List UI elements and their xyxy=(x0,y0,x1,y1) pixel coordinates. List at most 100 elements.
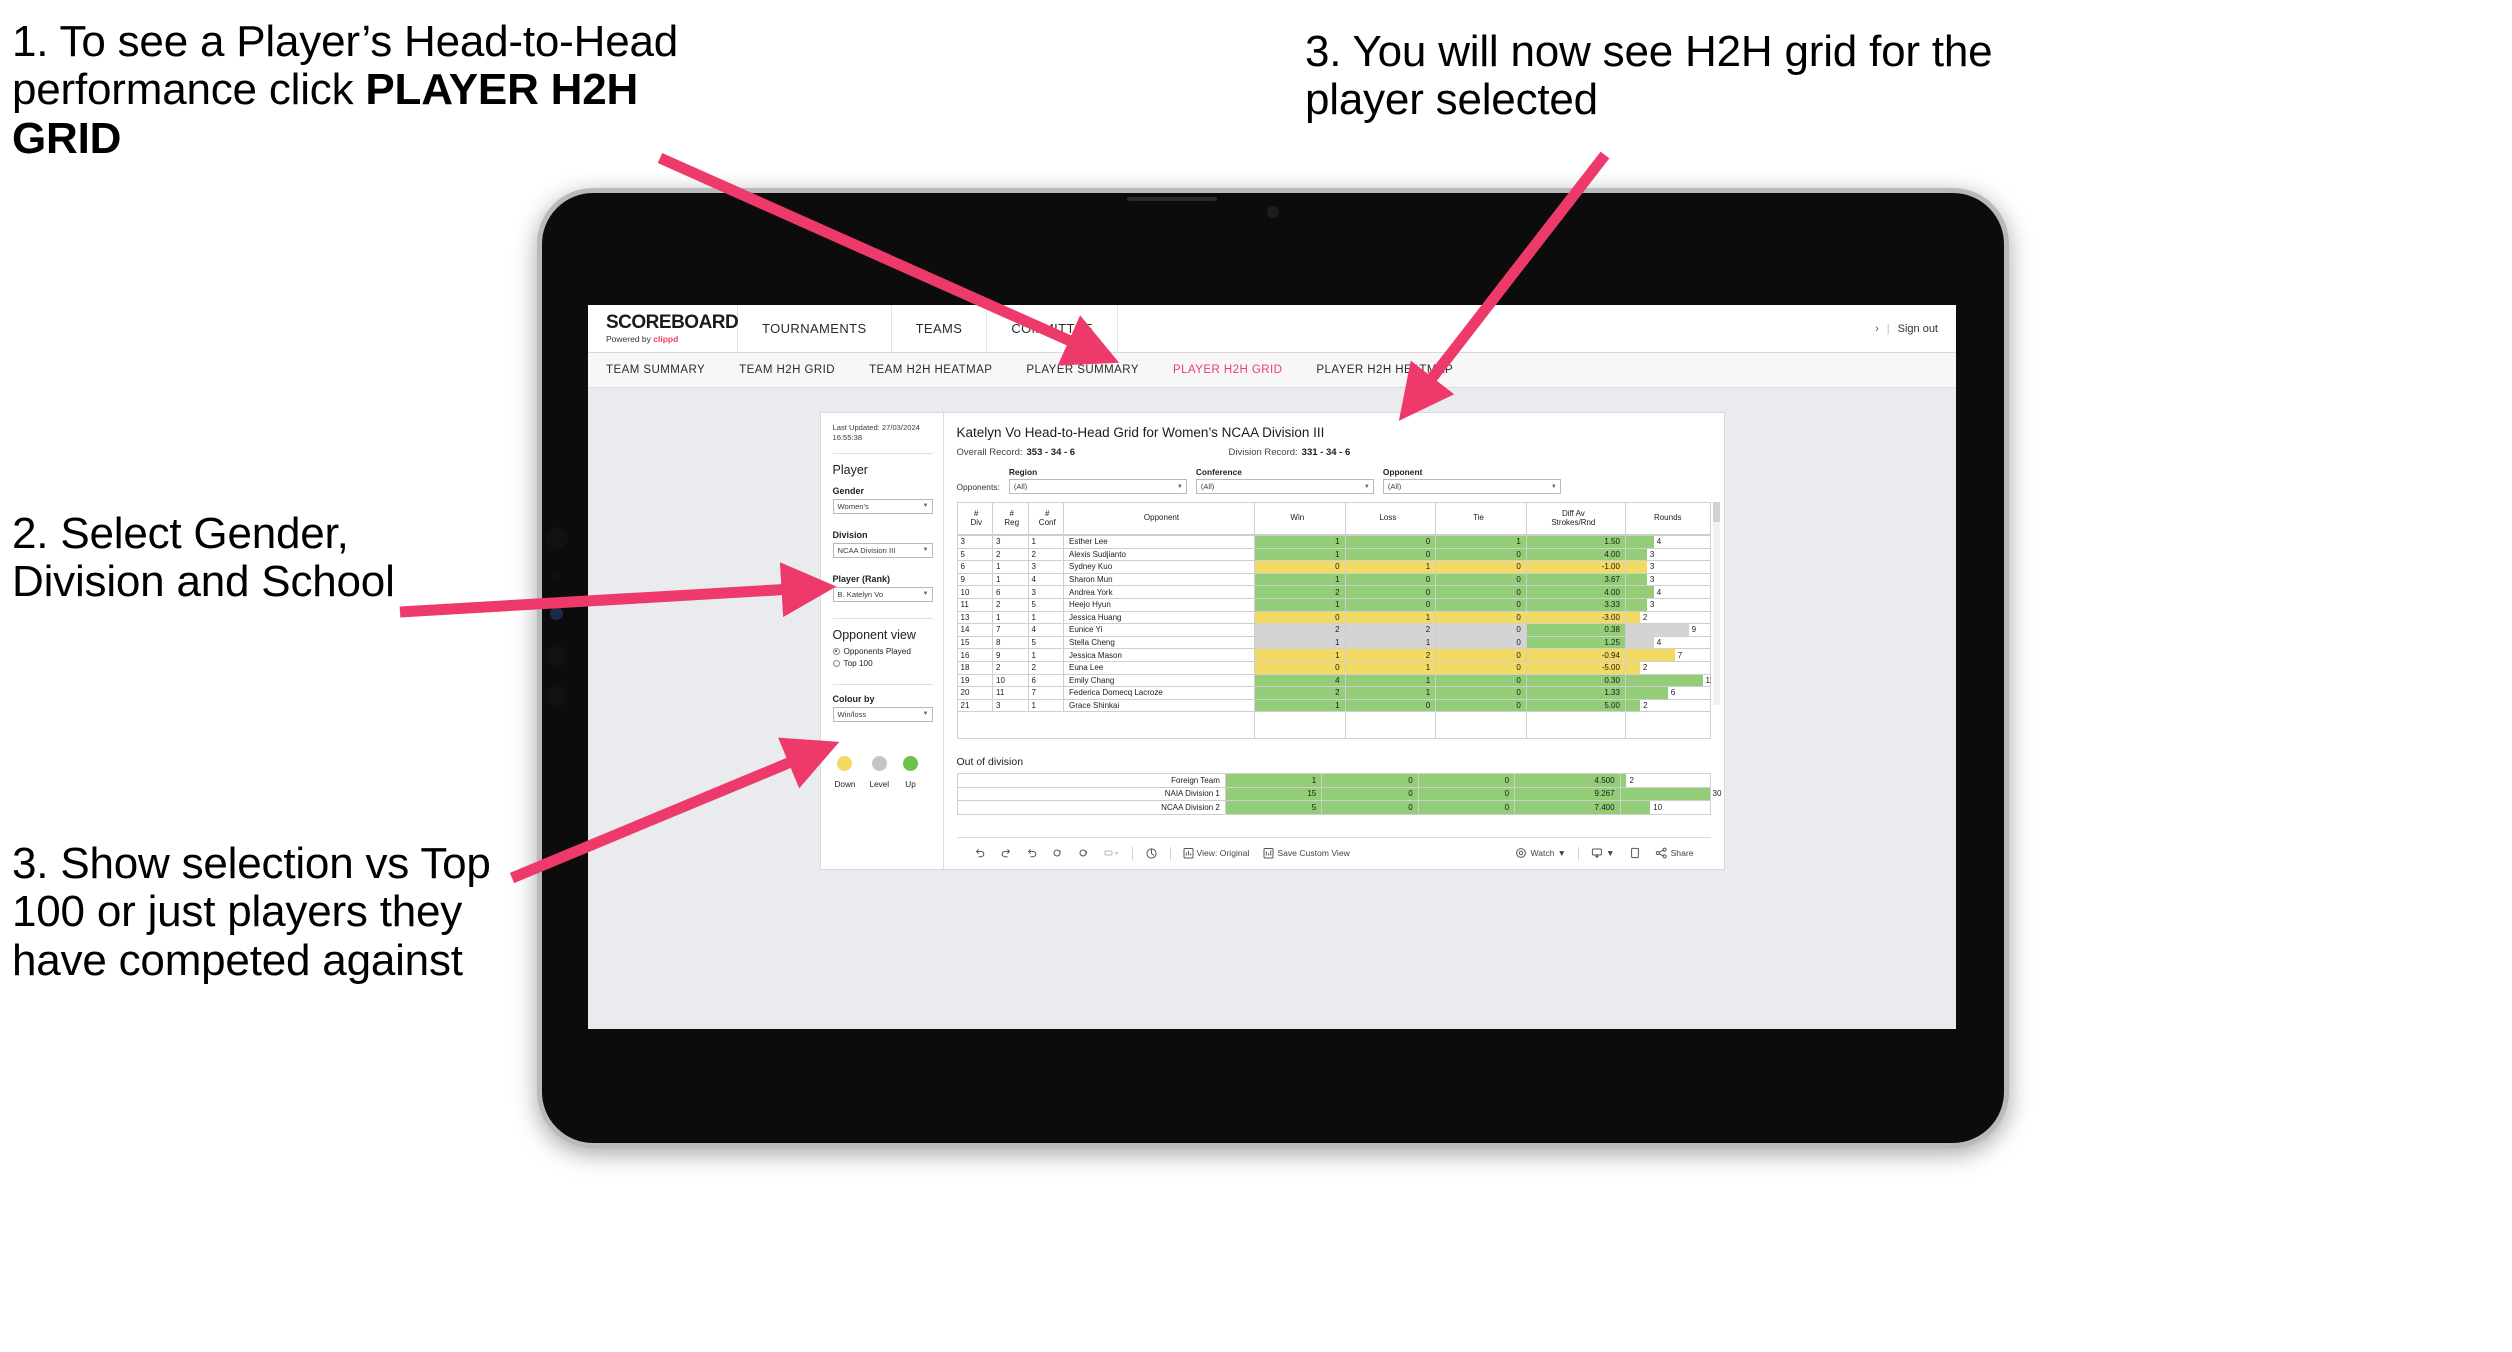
cell-tie: 0 xyxy=(1435,560,1527,574)
top-nav-tournaments[interactable]: TOURNAMENTS xyxy=(738,305,892,352)
h2h-table-scroll-region[interactable]: 3 3 1 Esther Lee 1 0 1 1.50 4 5 2 2 Alexis Sudjianto… xyxy=(956,535,1711,738)
cell-tie: 0 xyxy=(1435,673,1527,688)
subnav-player-h2h-grid[interactable]: PLAYER H2H GRID xyxy=(1173,364,1282,376)
cell-diff: -0.94 xyxy=(1525,648,1626,662)
table-row[interactable]: 18 2 2 Euna Lee 0 1 0 -5.00 2 xyxy=(956,660,1711,675)
chevron-right-icon[interactable]: › xyxy=(1875,323,1879,335)
out-of-division-table: Foreign Team 1 0 0 4.500 2 NAIA Division 1 15 0 0… xyxy=(956,773,1721,815)
undo-button[interactable] xyxy=(967,847,993,859)
filter-opponent-value: (All) xyxy=(1387,482,1402,491)
redo-button[interactable] xyxy=(993,847,1019,859)
subnav-player-summary[interactable]: PLAYER SUMMARY xyxy=(1026,364,1139,376)
chevron-down-icon: ▼ xyxy=(1557,848,1567,858)
cell-loss: 1 xyxy=(1344,660,1437,675)
table-row[interactable]: 5 2 2 Alexis Sudjianto 1 0 0 4.00 3 xyxy=(956,547,1711,562)
chevron-down-icon: ▼ xyxy=(1550,483,1557,490)
out-of-division-row[interactable]: NCAA Division 2 5 0 0 7.400 10 xyxy=(956,800,1711,815)
overall-record-value: 353 - 34 - 6 xyxy=(1026,447,1076,458)
cell-ood-diff: 4.500 xyxy=(1514,773,1621,788)
out-of-division-body: Foreign Team 1 0 0 4.500 2 NAIA Division 1 15 0 0… xyxy=(956,773,1721,815)
cell-win: 1 xyxy=(1254,535,1346,549)
revert-button[interactable] xyxy=(1019,847,1045,859)
cell-diff: -1.00 xyxy=(1525,560,1626,574)
table-row[interactable]: 13 1 1 Jessica Huang 0 1 0 -3.00 2 xyxy=(956,610,1711,625)
top-nav-committee[interactable]: COMMITTEE xyxy=(987,305,1118,352)
cell-win: 1 xyxy=(1254,635,1346,650)
subnav-team-h2h-grid[interactable]: TEAM H2H GRID xyxy=(739,364,835,376)
cell-win: 2 xyxy=(1254,686,1346,700)
filter-region-select[interactable]: (All) ▼ xyxy=(1008,479,1187,494)
vertical-scrollbar-thumb[interactable] xyxy=(1712,502,1720,522)
cell-ood-win: 15 xyxy=(1224,786,1323,801)
cell-diff: 1.50 xyxy=(1525,535,1626,549)
colour-by-select[interactable]: Win/loss ▼ xyxy=(832,706,933,722)
cell-conf: 4 xyxy=(1027,572,1064,587)
division-record: Division Record: 331 - 34 - 6 xyxy=(1229,447,1351,458)
filter-conference-select[interactable]: (All) ▼ xyxy=(1195,479,1374,494)
export-button[interactable] xyxy=(1097,847,1127,859)
table-row[interactable]: 19106Emily Chang4100.3011 xyxy=(956,673,1711,688)
annotation-step-1: 1. To see a Player’s Head-to-Head perfor… xyxy=(12,17,752,163)
opponents-label: Opponents: xyxy=(956,482,1000,492)
filter-opponent-select[interactable]: (All) ▼ xyxy=(1382,479,1561,494)
radio-top-100[interactable]: Top 100 xyxy=(832,659,933,668)
subnav-team-h2h-heatmap[interactable]: TEAM H2H HEATMAP xyxy=(869,364,992,376)
cell-win: 0 xyxy=(1254,610,1346,625)
subnav-team-summary[interactable]: TEAM SUMMARY xyxy=(606,364,705,376)
table-row[interactable]: 10 6 3 Andrea York 2 0 0 4.00 4 xyxy=(956,585,1711,599)
table-row[interactable]: 20 11 7 Federica Domecq Lacroze 2 1 0 1.33 6 xyxy=(956,686,1711,700)
cell-div: 20 xyxy=(956,686,993,700)
table-row[interactable]: 11 2 5 Heejo Hyun 1 0 0 3.33 3 xyxy=(956,597,1711,612)
gender-value: Women's xyxy=(837,501,869,511)
cell-rounds: 4 xyxy=(1624,635,1711,650)
save-custom-view-label: Save Custom View xyxy=(1277,848,1350,858)
division-select[interactable]: NCAA Division III ▼ xyxy=(832,542,933,558)
cell-reg: 9 xyxy=(992,648,1029,662)
table-row[interactable]: 15 8 5 Stella Cheng 1 1 0 1.25 4 xyxy=(956,635,1711,650)
cell-div: 13 xyxy=(956,610,993,625)
vertical-scrollbar-track[interactable] xyxy=(1712,502,1720,705)
watch-button[interactable]: Watch ▼ xyxy=(1508,847,1573,859)
table-row[interactable]: 14 7 4 Eunice Yi 2 2 0 0.38 9 xyxy=(956,623,1711,637)
main-panel: Katelyn Vo Head-to-Head Grid for Women’s… xyxy=(944,413,1724,869)
download-button[interactable]: ▼ xyxy=(1584,847,1622,859)
cell-ood-loss: 0 xyxy=(1321,800,1419,815)
table-row[interactable]: 9 1 4 Sharon Mun 1 0 0 3.67 3 xyxy=(956,572,1711,587)
out-of-division-row[interactable]: Foreign Team 1 0 0 4.500 2 xyxy=(956,773,1711,788)
legend-dot-down xyxy=(837,755,853,771)
table-row-partial[interactable]: 21 3 1 Grace Shinkai 1 0 0 5.00 2 xyxy=(956,698,1711,713)
table-row[interactable]: 16 9 1 Jessica Mason 1 2 0 -0.94 7 xyxy=(956,648,1711,662)
fullscreen-button[interactable] xyxy=(1622,847,1648,859)
subnav-player-h2h-heatmap[interactable]: PLAYER H2H HEATMAP xyxy=(1316,364,1453,376)
table-row[interactable]: 3 3 1 Esther Lee 1 0 1 1.50 4 xyxy=(956,535,1711,549)
brand-tagline: Powered by clippd xyxy=(606,335,737,344)
refresh-button[interactable] xyxy=(1045,847,1071,859)
out-of-division-row[interactable]: NAIA Division 1 15 0 0 9.267 30 xyxy=(956,786,1721,801)
brand-logo[interactable]: SCOREBOARD Powered by clippd xyxy=(588,305,739,352)
cell-reg: 11 xyxy=(992,686,1029,700)
player-rank-select[interactable]: B. Katelyn Vo ▼ xyxy=(832,586,933,602)
table-row[interactable]: 6 1 3 Sydney Kuo 0 1 0 -1.00 3 xyxy=(956,560,1711,574)
cell-ood-win: 5 xyxy=(1224,800,1323,815)
top-nav-teams[interactable]: TEAMS xyxy=(892,305,988,352)
save-custom-view-button[interactable]: Save Custom View xyxy=(1256,847,1356,859)
share-button[interactable]: Share xyxy=(1648,847,1701,859)
pause-updates-button[interactable] xyxy=(1138,847,1165,860)
cell-opponent: Heejo Hyun xyxy=(1063,597,1255,612)
view-original-button[interactable]: View: Original xyxy=(1176,847,1257,859)
cell-reg: 10 xyxy=(992,673,1029,688)
gender-select[interactable]: Women's ▼ xyxy=(832,498,933,514)
cell-diff: 3.67 xyxy=(1525,572,1626,587)
pause-button[interactable] xyxy=(1071,847,1097,859)
h2h-table-head: # Div # Reg # Conf Opponent Win Loss Tie Di… xyxy=(956,502,1711,535)
cell-opponent: Sydney Kuo xyxy=(1063,560,1255,574)
cell-opponent: Federica Domecq Lacroze xyxy=(1063,686,1255,700)
radio-opponents-played[interactable]: Opponents Played xyxy=(832,646,933,656)
annotation-step-3: 3. You will now see H2H grid for the pla… xyxy=(1305,27,1993,125)
cell-ood-name: Foreign Team xyxy=(956,773,1226,788)
cell-loss: 1 xyxy=(1344,560,1437,574)
cell-diff: 1.25 xyxy=(1525,635,1626,650)
sign-out-link[interactable]: Sign out xyxy=(1898,323,1938,335)
cell-diff: 1.33 xyxy=(1525,686,1626,700)
radio-opponents-played-label: Opponents Played xyxy=(843,646,911,656)
